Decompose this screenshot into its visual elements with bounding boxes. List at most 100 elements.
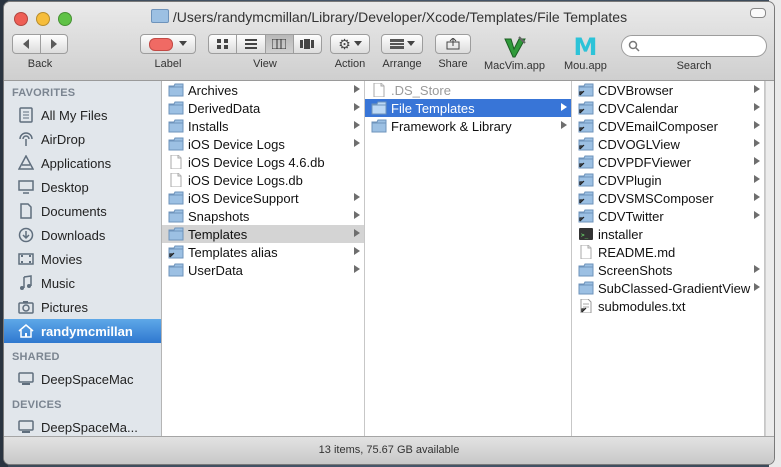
back-button[interactable]: [13, 35, 41, 53]
applications-icon: [18, 155, 34, 170]
sidebar-item-label: Documents: [41, 203, 107, 219]
search-input[interactable]: [644, 38, 763, 54]
chevron-down-icon: [179, 41, 187, 46]
folder-alias-icon: [578, 155, 594, 169]
document-icon: [170, 155, 182, 169]
sidebar-item-all-my-files[interactable]: All My Files: [4, 103, 161, 127]
column-item[interactable]: CDVPDFViewer: [572, 153, 764, 171]
arrange-label: Arrange: [382, 58, 422, 70]
chevron-down-icon: [353, 41, 362, 46]
mou-shortcut[interactable]: M Mou.app: [564, 34, 607, 72]
column-item[interactable]: Installs: [162, 117, 364, 135]
label-button[interactable]: [140, 34, 196, 54]
forward-button[interactable]: [41, 35, 68, 53]
folder-icon: [168, 119, 184, 133]
arrange-control: Arrange: [381, 34, 423, 70]
sidebar-item-deepspacemac[interactable]: DeepSpaceMac: [4, 367, 161, 391]
column-item[interactable]: CDVOGLView: [572, 135, 764, 153]
column-item[interactable]: iOS Device Logs 4.6.db: [162, 153, 364, 171]
column-item-label: SubClassed-GradientView: [598, 280, 751, 296]
column-item-label: DerivedData: [188, 100, 261, 116]
sidebar-item-label: Downloads: [41, 227, 106, 243]
back-label: Back: [27, 58, 53, 70]
column-item[interactable]: CDVCalendar: [572, 99, 764, 117]
sidebar-item-label: randymcmillan: [41, 323, 133, 339]
column-item-label: Archives: [188, 82, 238, 98]
sidebar-item-downloads[interactable]: Downloads: [4, 223, 161, 247]
search-control: Search: [621, 35, 767, 72]
column-item[interactable]: README.md: [572, 243, 764, 261]
column-item-label: iOS Device Logs: [188, 136, 285, 152]
macvim-label: MacVim.app: [484, 60, 545, 72]
column-item[interactable]: CDVSMSComposer: [572, 189, 764, 207]
action-button[interactable]: ⚙: [330, 34, 370, 54]
column-view-button[interactable]: [265, 35, 294, 53]
column-item[interactable]: File Templates: [365, 99, 571, 117]
favorites-header: FAVORITES: [12, 87, 76, 99]
column-item[interactable]: ScreenShots: [572, 261, 764, 279]
column-item[interactable]: SubClassed-GradientView: [572, 279, 764, 297]
text-file-icon: [580, 299, 592, 313]
column-item[interactable]: DerivedData: [162, 99, 364, 117]
status-bar: 13 items, 75.67 GB available: [4, 436, 774, 464]
sidebar-item-randymcmillan[interactable]: randymcmillan: [4, 319, 161, 343]
window-title-text: /Users/randymcmillan/Library/Developer/X…: [172, 9, 628, 25]
search-field[interactable]: [621, 35, 767, 57]
toolbar-toggle-button[interactable]: [750, 8, 766, 18]
column-item[interactable]: .DS_Store: [365, 81, 571, 99]
column-item-label: File Templates: [391, 100, 475, 116]
column-item[interactable]: submodules.txt: [572, 297, 764, 315]
column-item[interactable]: CDVEmailComposer: [572, 117, 764, 135]
pictures-icon: [18, 301, 34, 314]
column-item[interactable]: CDVPlugin: [572, 171, 764, 189]
column-item-label: CDVSMSComposer: [598, 190, 714, 206]
folder-icon: [168, 101, 184, 115]
sidebar-item-desktop[interactable]: Desktop: [4, 175, 161, 199]
column-item[interactable]: Framework & Library: [365, 117, 571, 135]
column-item[interactable]: CDVTwitter: [572, 207, 764, 225]
sidebar-item-pictures[interactable]: Pictures: [4, 295, 161, 319]
computer-icon: [18, 372, 34, 385]
chevron-down-icon: [406, 41, 415, 46]
action-label: Action: [334, 58, 366, 70]
disclosure-arrow-icon: [754, 103, 760, 111]
disclosure-arrow-icon: [754, 265, 760, 273]
column-item-label: CDVOGLView: [598, 136, 680, 152]
share-button[interactable]: [435, 34, 471, 54]
sidebar-item-airdrop[interactable]: AirDrop: [4, 127, 161, 151]
column-item-label: CDVPDFViewer: [598, 154, 691, 170]
gear-icon: ⚙: [338, 36, 351, 52]
favorites-list: All My Files AirDrop Applications Desktop Do…: [4, 103, 161, 343]
browser-column-1: Archives DerivedData Installs iOS Device Lo…: [162, 81, 365, 437]
folder-icon: [578, 263, 594, 277]
column-item[interactable]: Archives: [162, 81, 364, 99]
svg-text:>_: >_: [581, 232, 589, 239]
label-control: Label: [140, 34, 196, 70]
column-item[interactable]: Snapshots: [162, 207, 364, 225]
folder-icon: [578, 281, 594, 295]
column-item[interactable]: iOS Device Logs.db: [162, 171, 364, 189]
column-item[interactable]: Templates alias: [162, 243, 364, 261]
disclosure-arrow-icon: [354, 247, 360, 255]
column-item[interactable]: CDVBrowser: [572, 81, 764, 99]
column-item[interactable]: iOS DeviceSupport: [162, 189, 364, 207]
arrange-button[interactable]: [381, 34, 423, 54]
list-view-button[interactable]: [237, 35, 266, 53]
column-item[interactable]: Templates: [162, 225, 364, 243]
disclosure-arrow-icon: [754, 211, 760, 219]
window-title: /Users/randymcmillan/Library/Developer/X…: [4, 9, 774, 25]
column-item[interactable]: UserData: [162, 261, 364, 279]
sidebar-item-music[interactable]: Music: [4, 271, 161, 295]
share-label: Share: [438, 58, 468, 70]
macvim-shortcut[interactable]: MacVim.app: [484, 34, 545, 72]
disclosure-arrow-icon: [754, 175, 760, 183]
column-item[interactable]: iOS Device Logs: [162, 135, 364, 153]
list-view-icon: [244, 39, 257, 49]
icon-view-button[interactable]: [209, 35, 238, 53]
column-item-label: Snapshots: [188, 208, 250, 224]
coverflow-view-button[interactable]: [294, 35, 321, 53]
column-item[interactable]: >_ installer: [572, 225, 764, 243]
sidebar-item-documents[interactable]: Documents: [4, 199, 161, 223]
sidebar-item-movies[interactable]: Movies: [4, 247, 161, 271]
sidebar-item-applications[interactable]: Applications: [4, 151, 161, 175]
